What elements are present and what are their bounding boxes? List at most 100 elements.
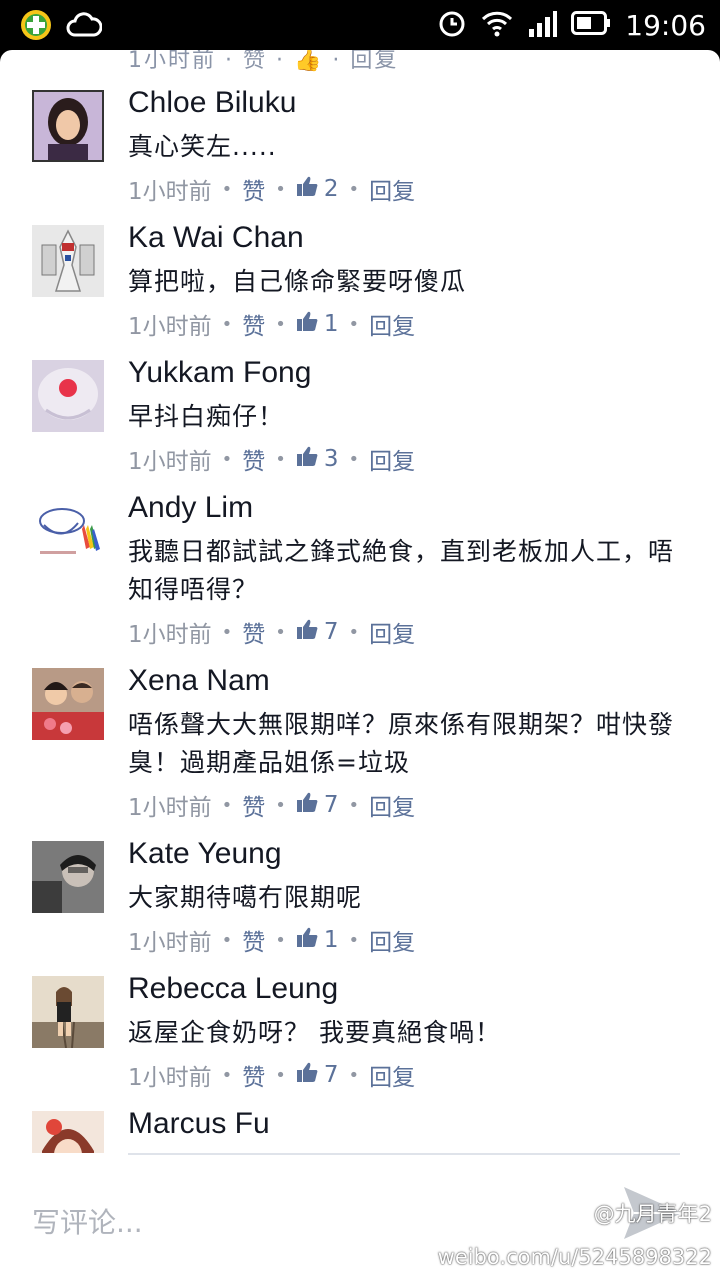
comment-text: 我聽日都試試之鋒式絶食，直到老板加人工，唔知得唔得？ <box>128 537 675 604</box>
comment-text: 唔係聲大大無限期咩？原來係有限期架？咁快發臭！過期產品姐係=垃圾 <box>128 710 675 777</box>
like-button[interactable]: 赞 <box>242 615 265 649</box>
watermark-handle-text: @九月青年2 <box>593 1201 712 1226</box>
comment-text: 早抖白痴仔！ <box>128 402 285 431</box>
separator: • <box>275 1064 286 1086</box>
reply-button[interactable]: 回复 <box>369 923 415 957</box>
comment-meta: 1小时前 • 赞 • 7 • 回复 <box>128 788 415 822</box>
comment-text: 真心笑左..... <box>128 132 277 161</box>
commenter-name[interactable]: Ka Wai Chan <box>128 221 304 255</box>
like-count[interactable]: 1 <box>296 926 339 954</box>
commenter-name[interactable]: Kate Yeung <box>128 837 282 871</box>
comment-time: 1小时前 <box>128 449 212 475</box>
commenter-name[interactable]: Andy Lim <box>128 491 253 525</box>
comment-text: 大家期待噶冇限期呢 <box>128 883 363 912</box>
comment-meta: 1小时前 • 赞 • 3 • 回复 <box>128 442 415 476</box>
thumbs-up-icon <box>296 1061 318 1089</box>
previous-comment-meta: 1小时前 · 赞 · 👍 · 回复 <box>128 50 399 73</box>
separator: • <box>221 794 233 816</box>
reply-button[interactable]: 回复 <box>369 1058 415 1092</box>
commenter-name[interactable]: Xena Nam <box>128 664 270 698</box>
like-count[interactable]: 7 <box>296 1061 339 1089</box>
reply-button[interactable]: 回复 <box>369 442 415 476</box>
separator: • <box>275 448 286 470</box>
reply-button[interactable]: 回复 <box>369 615 415 649</box>
thumbs-up-icon <box>296 791 318 819</box>
avatar[interactable] <box>32 360 104 432</box>
avatar[interactable] <box>32 976 104 1048</box>
separator: • <box>221 1064 233 1086</box>
separator: • <box>275 794 286 816</box>
like-count[interactable]: 7 <box>296 791 339 819</box>
separator: • <box>348 313 360 335</box>
comment-time: 1小时前 <box>128 622 212 648</box>
like-button[interactable]: 赞 <box>242 172 265 206</box>
thumbs-up-icon <box>296 175 318 203</box>
like-button[interactable]: 赞 <box>242 1058 265 1092</box>
comment-meta: 1小时前 • 赞 • 1 • 回复 <box>128 307 415 341</box>
separator: • <box>348 794 360 816</box>
comment-time: 1小时前 <box>128 179 212 205</box>
avatar[interactable] <box>32 225 104 297</box>
thumbs-up-icon <box>296 926 318 954</box>
like-count-value: 7 <box>323 792 339 818</box>
separator: • <box>275 313 286 335</box>
comment-text: 返屋企食奶呀？ 我要真絕食喎！ <box>128 1018 501 1047</box>
watermark-handle: @九月青年2 <box>554 1196 712 1229</box>
separator: • <box>348 178 360 200</box>
wifi-icon <box>481 9 513 41</box>
separator: • <box>348 1064 360 1086</box>
separator: • <box>221 929 233 951</box>
commenter-name[interactable]: Yukkam Fong <box>128 356 311 390</box>
like-count[interactable]: 2 <box>296 175 339 203</box>
comment-list[interactable]: 1小时前 · 赞 · 👍 · 回复 Chloe Biluku 真心笑左.....… <box>0 50 720 1153</box>
like-count-value: 7 <box>323 619 339 645</box>
like-count-value: 2 <box>323 176 339 202</box>
separator: • <box>275 178 286 200</box>
comment-meta: 1小时前 • 赞 • 7 • 回复 <box>128 615 415 649</box>
avatar[interactable] <box>32 495 104 567</box>
like-count[interactable]: 1 <box>296 310 339 338</box>
commenter-name[interactable]: Marcus Fu <box>128 1107 270 1141</box>
avatar[interactable] <box>32 1111 104 1153</box>
comment-meta: 1小时前 • 赞 • 2 • 回复 <box>128 172 415 206</box>
comment-time: 1小时前 <box>128 795 212 821</box>
like-button[interactable]: 赞 <box>242 442 265 476</box>
comment-meta: 1小时前 • 赞 • 7 • 回复 <box>128 1058 415 1092</box>
reply-button[interactable]: 回复 <box>369 172 415 206</box>
clock-time: 19:06 <box>625 8 706 42</box>
status-bar: 19:06 <box>0 0 720 50</box>
reply-button[interactable]: 回复 <box>369 307 415 341</box>
separator: • <box>348 929 360 951</box>
commenter-name[interactable]: Chloe Biluku <box>128 86 296 120</box>
commenter-name[interactable]: Rebecca Leung <box>128 972 338 1006</box>
like-button[interactable]: 赞 <box>242 923 265 957</box>
avatar[interactable] <box>32 90 104 162</box>
like-count-value: 3 <box>323 446 339 472</box>
alarm-icon <box>437 8 467 42</box>
avatar[interactable] <box>32 668 104 740</box>
like-button[interactable]: 赞 <box>242 788 265 822</box>
avatar[interactable] <box>32 841 104 913</box>
like-count[interactable]: 7 <box>296 618 339 646</box>
like-count[interactable]: 3 <box>296 445 339 473</box>
thumbs-up-icon <box>296 445 318 473</box>
reply-button[interactable]: 回复 <box>369 788 415 822</box>
separator: • <box>348 448 360 470</box>
comment-time: 1小时前 <box>128 930 212 956</box>
like-count-value: 1 <box>323 927 339 953</box>
app-plus-icon <box>20 9 52 45</box>
comment-text: 算把啦，自己條命緊要呀傻瓜 <box>128 267 467 296</box>
thumbs-up-icon <box>296 618 318 646</box>
comment-meta: 1小时前 • 赞 • 1 • 回复 <box>128 923 415 957</box>
watermark-url: weibo.com/u/5245898322 <box>437 1245 712 1269</box>
signal-icon <box>527 9 558 41</box>
separator: • <box>221 448 233 470</box>
thumbs-up-icon <box>296 310 318 338</box>
separator: • <box>221 313 233 335</box>
like-button[interactable]: 赞 <box>242 307 265 341</box>
comment-time: 1小时前 <box>128 1065 212 1091</box>
battery-icon <box>571 11 611 39</box>
separator: • <box>275 929 286 951</box>
comment-input[interactable]: 写评论... <box>32 1201 143 1241</box>
separator: • <box>348 621 360 643</box>
